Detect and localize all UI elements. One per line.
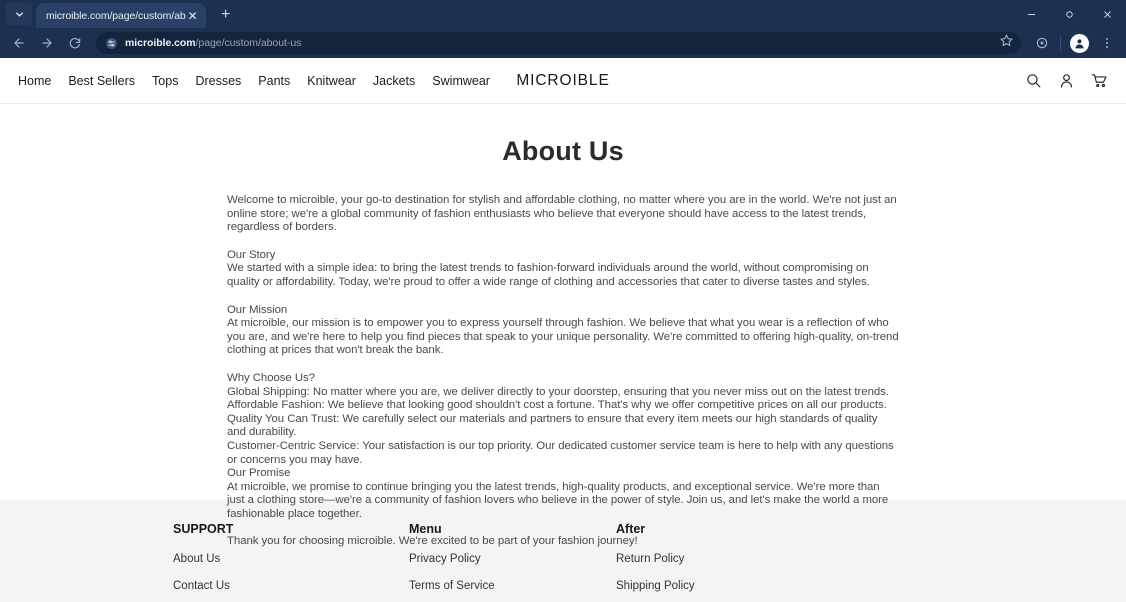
address-bar-text: microible.com/page/custom/about-us: [125, 37, 301, 49]
site-footer: SUPPORT About Us Contact Us Menu Privacy…: [0, 500, 1126, 602]
footer-heading: After: [616, 522, 646, 536]
why-choose-item: Affordable Fashion: We believe that look…: [227, 399, 887, 412]
maximize-button[interactable]: [1050, 0, 1088, 28]
browser-tab[interactable]: microible.com/page/custom/ab ✕: [36, 3, 206, 28]
tab-search-button[interactable]: [6, 3, 32, 25]
section-our-story: Our Story We started with a simple idea:…: [227, 249, 899, 290]
nav-item-jackets[interactable]: Jackets: [373, 74, 415, 88]
back-button[interactable]: [6, 30, 32, 56]
tab-title: microible.com/page/custom/ab: [46, 9, 186, 22]
footer-heading: SUPPORT: [173, 522, 234, 536]
why-choose-item: Global Shipping: No matter where you are…: [227, 385, 889, 398]
tab-close-icon[interactable]: ✕: [186, 9, 200, 23]
chevron-down-icon: [14, 9, 25, 20]
header-icon-group: [1025, 72, 1108, 89]
footer-heading: Menu: [409, 522, 442, 536]
address-domain: microible.com: [125, 37, 196, 49]
footer-column-support: SUPPORT About Us Contact Us: [173, 522, 409, 602]
footer-link-return-policy[interactable]: Return Policy: [616, 553, 796, 565]
nav-item-home[interactable]: Home: [18, 74, 51, 88]
section-our-mission: Our Mission At microible, our mission is…: [227, 304, 899, 358]
extension-button[interactable]: [1029, 30, 1055, 56]
footer-columns: SUPPORT About Us Contact Us Menu Privacy…: [173, 522, 953, 602]
search-icon[interactable]: [1025, 72, 1042, 89]
minimize-button[interactable]: [1012, 0, 1050, 28]
footer-link-privacy-policy[interactable]: Privacy Policy: [409, 553, 616, 565]
intro-paragraph: Welcome to microible, your go-to destina…: [227, 194, 897, 234]
section-heading: Our Mission: [227, 303, 288, 316]
section-body: We started with a simple idea: to bring …: [227, 262, 870, 288]
address-bar[interactable]: microible.com/page/custom/about-us: [96, 32, 1021, 54]
why-choose-item: Quality You Can Trust: We carefully sele…: [227, 412, 878, 439]
section-heading: Our Story: [227, 248, 276, 261]
footer-link-about-us[interactable]: About Us: [173, 553, 409, 565]
nav-item-dresses[interactable]: Dresses: [195, 74, 241, 88]
profile-avatar-icon[interactable]: [1069, 33, 1089, 53]
nav-item-best-sellers[interactable]: Best Sellers: [68, 74, 135, 88]
tab-strip: microible.com/page/custom/ab ✕ +: [0, 0, 1126, 28]
nav-item-tops[interactable]: Tops: [152, 74, 178, 88]
address-path: /page/custom/about-us: [195, 37, 302, 49]
section-why-choose-us: Why Choose Us? Global Shipping: No matte…: [227, 372, 899, 522]
nav-item-swimwear[interactable]: Swimwear: [432, 74, 490, 88]
browser-chrome: microible.com/page/custom/ab ✕ + microib…: [0, 0, 1126, 58]
user-account-icon[interactable]: [1058, 72, 1075, 89]
window-controls: [1012, 0, 1126, 28]
footer-column-after: After Return Policy Shipping Policy: [616, 522, 796, 602]
footer-link-shipping-policy[interactable]: Shipping Policy: [616, 580, 796, 592]
section-heading: Why Choose Us?: [227, 371, 315, 384]
nav-item-pants[interactable]: Pants: [258, 74, 290, 88]
profile-button[interactable]: [1066, 30, 1092, 56]
star-icon[interactable]: [1000, 34, 1013, 52]
content-container: About Us Welcome to microible, your go-t…: [227, 136, 899, 549]
footer-link-terms-of-service[interactable]: Terms of Service: [409, 580, 616, 592]
why-choose-item: Customer-Centric Service: Your satisfact…: [227, 439, 894, 466]
three-dot-menu-icon[interactable]: [1094, 30, 1120, 56]
new-tab-button[interactable]: +: [214, 3, 238, 27]
page-content: About Us Welcome to microible, your go-t…: [0, 104, 1126, 547]
footer-link-contact-us[interactable]: Contact Us: [173, 580, 409, 592]
browser-toolbar: microible.com/page/custom/about-us: [0, 28, 1126, 58]
toolbar-divider: [1060, 35, 1061, 51]
reload-button[interactable]: [62, 30, 88, 56]
forward-button[interactable]: [34, 30, 60, 56]
close-button[interactable]: [1088, 0, 1126, 28]
section-body: At microible, our mission is to empower …: [227, 317, 899, 357]
section-heading: Our Promise: [227, 467, 291, 480]
site-header: Home Best Sellers Tops Dresses Pants Kni…: [0, 58, 1126, 104]
nav-item-knitwear[interactable]: Knitwear: [307, 74, 356, 88]
main-navigation: Home Best Sellers Tops Dresses Pants Kni…: [18, 74, 490, 88]
tune-icon[interactable]: [104, 36, 118, 50]
shopping-cart-icon[interactable]: [1091, 72, 1108, 89]
intro-paragraph-block: Welcome to microible, your go-to destina…: [227, 194, 899, 235]
footer-column-menu: Menu Privacy Policy Terms of Service: [409, 522, 616, 602]
page-title: About Us: [502, 136, 624, 166]
